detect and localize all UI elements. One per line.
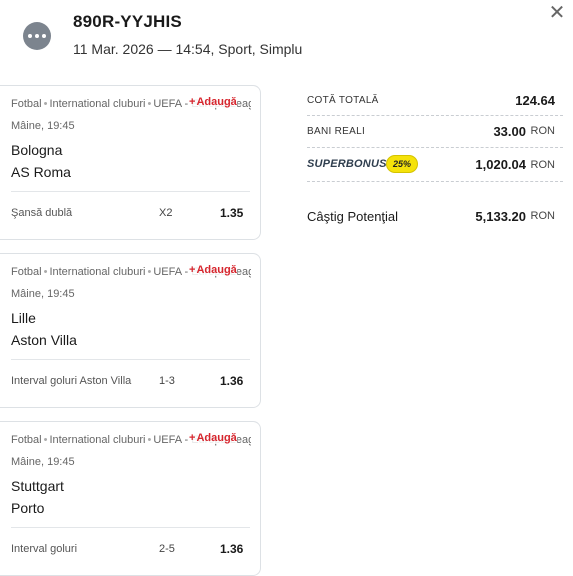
plus-icon: +: [189, 432, 196, 444]
total-odds-value: 124.64: [515, 93, 555, 108]
separator-dot: •: [43, 434, 48, 446]
dashed-divider: [307, 181, 563, 182]
add-label: Adaugă: [196, 96, 237, 108]
add-label: Adaugă: [196, 264, 237, 276]
separator-dot: •: [43, 98, 48, 110]
dashed-divider: [307, 115, 563, 116]
odd-value: 1.35: [220, 206, 244, 220]
crumb-sport: Fotbal: [11, 98, 42, 110]
selection: 2-5: [159, 543, 175, 555]
close-icon[interactable]: ✕: [547, 3, 567, 23]
add-button[interactable]: +Adaugă: [188, 264, 237, 276]
dot: [35, 34, 39, 38]
bet-card: Fotbal•International cluburi•UEFA - Euro…: [0, 253, 261, 408]
separator-dot: •: [147, 434, 152, 446]
currency-label: RON: [530, 159, 555, 171]
plus-icon: +: [189, 264, 196, 276]
potential-win-value: 5,133.20: [475, 209, 526, 224]
divider: [11, 359, 250, 360]
market-name: Şansă dublă: [11, 207, 73, 219]
bet-card: Fotbal•International cluburi•UEFA - Euro…: [0, 421, 261, 576]
crumb-category: International cluburi: [49, 434, 146, 446]
odd-value: 1.36: [220, 374, 244, 388]
selection: 1-3: [159, 375, 175, 387]
dot: [42, 34, 46, 38]
event-time: Mâine, 19:45: [11, 288, 75, 300]
separator-dot: •: [43, 266, 48, 278]
home-team: Bologna: [11, 142, 63, 158]
add-label: Adaugă: [196, 432, 237, 444]
separator-dot: •: [147, 98, 152, 110]
crumb-sport: Fotbal: [11, 266, 42, 278]
ticket-code: 890R-YYJHIS: [73, 12, 182, 31]
currency-label: RON: [530, 210, 555, 222]
add-button[interactable]: +Adaugă: [188, 96, 237, 108]
more-dots-icon[interactable]: [23, 22, 51, 50]
odd-value: 1.36: [220, 542, 244, 556]
total-odds-label: COTĂ TOTALĂ: [307, 95, 379, 106]
selection: X2: [159, 207, 173, 219]
ticket-header: 890R-YYJHIS 11 Mar. 2026 — 14:54, Sport,…: [0, 0, 573, 80]
superbonus-badge: 25%: [386, 155, 418, 173]
divider: [11, 527, 250, 528]
dot: [28, 34, 32, 38]
superbonus-value: 1,020.04: [475, 157, 526, 172]
crumb-category: International cluburi: [49, 266, 146, 278]
real-money-label: BANI REALI: [307, 126, 366, 137]
ticket-subtitle: 11 Mar. 2026 — 14:54, Sport, Simplu: [73, 41, 303, 57]
separator-dot: •: [147, 266, 152, 278]
plus-icon: +: [189, 96, 196, 108]
crumb-category: International cluburi: [49, 98, 146, 110]
market-name: Interval goluri: [11, 543, 78, 555]
superbonus-label: SUPERBONUS: [307, 158, 387, 170]
home-team: Stuttgart: [11, 478, 64, 494]
away-team: Porto: [11, 500, 45, 516]
event-time: Mâine, 19:45: [11, 456, 75, 468]
crumb-sport: Fotbal: [11, 434, 42, 446]
divider: [11, 191, 250, 192]
bet-card: Fotbal•International cluburi•UEFA - Euro…: [0, 85, 261, 240]
away-team: Aston Villa: [11, 332, 77, 348]
real-money-value: 33.00: [493, 124, 526, 139]
home-team: Lille: [11, 310, 36, 326]
market-name: Interval goluri Aston Villa: [11, 375, 132, 387]
add-button[interactable]: +Adaugă: [188, 432, 237, 444]
dashed-divider: [307, 147, 563, 148]
event-time: Mâine, 19:45: [11, 120, 75, 132]
currency-label: RON: [530, 125, 555, 137]
away-team: AS Roma: [11, 164, 71, 180]
potential-win-label: Câştig Potenţial: [307, 209, 399, 224]
